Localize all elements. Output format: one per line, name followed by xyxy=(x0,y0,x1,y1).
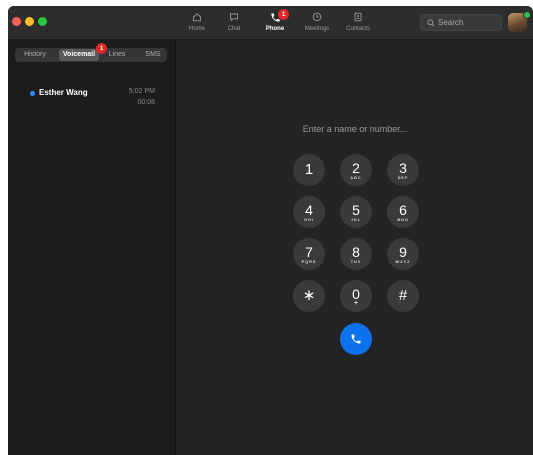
dial-key-7[interactable]: 7 PQRS xyxy=(293,238,325,270)
dial-key-letters: GHI xyxy=(304,218,314,222)
dial-key-digit: 1 xyxy=(304,161,314,178)
unread-dot-icon xyxy=(30,91,35,96)
dial-key-digit: 8 xyxy=(352,244,360,260)
nav-meetings-label: Meetings xyxy=(304,26,330,32)
dial-key-digit: 6 xyxy=(399,202,407,218)
zoom-window: Home Chat Phone 1 Meetings Contacts Sear… xyxy=(8,6,533,455)
dial-key-letters: TUV xyxy=(350,260,362,264)
dial-key-star[interactable]: ∗ xyxy=(293,280,325,312)
dial-key-3[interactable]: 3 DEF xyxy=(387,154,419,186)
dial-key-digit: 5 xyxy=(352,202,360,218)
dial-key-letters: PQRS xyxy=(301,260,317,264)
phone-sidebar: History Voicemail Lines SMS 1 Esther Wan… xyxy=(8,40,176,455)
dial-key-digit: 7 xyxy=(305,244,313,260)
dial-key-letters: ABC xyxy=(350,176,362,180)
nav-phone[interactable]: Phone 1 xyxy=(253,9,297,32)
voicemail-time: 5:02 PM xyxy=(128,88,155,95)
zoom-window-button[interactable] xyxy=(38,17,47,26)
dial-key-digit: # xyxy=(398,287,408,304)
phone-tabs: History Voicemail Lines SMS 1 xyxy=(15,43,167,62)
dial-key-letters: WXYZ xyxy=(395,260,411,264)
phone-icon xyxy=(351,334,361,344)
presence-status-icon xyxy=(523,11,531,19)
phone-icon xyxy=(253,12,297,25)
contacts-icon xyxy=(336,12,380,25)
dial-key-digit: 4 xyxy=(305,202,313,218)
title-bar: Home Chat Phone 1 Meetings Contacts xyxy=(8,6,533,40)
number-input[interactable]: Enter a name or number... xyxy=(285,124,425,134)
dial-key-1[interactable]: 1 xyxy=(293,154,325,186)
nav-chat[interactable]: Chat xyxy=(212,12,256,32)
dial-key-digit: 9 xyxy=(399,244,407,260)
dial-key-5[interactable]: 5 JKL xyxy=(340,196,372,228)
tab-lines[interactable]: Lines xyxy=(103,48,131,62)
voicemail-badge: 1 xyxy=(96,43,107,54)
clock-icon xyxy=(295,12,339,25)
tab-history[interactable]: History xyxy=(15,48,55,62)
phone-badge: 1 xyxy=(278,9,289,20)
close-window-button[interactable] xyxy=(12,17,21,26)
voicemail-item[interactable]: Esther Wang 5:02 PM 00:08 xyxy=(8,84,175,114)
nav-meetings[interactable]: Meetings xyxy=(295,12,339,32)
dial-key-letters: JKL xyxy=(350,218,362,222)
dial-key-0[interactable]: 0 + xyxy=(340,280,372,312)
nav-phone-label: Phone xyxy=(265,26,285,32)
dial-key-letters: MNO xyxy=(397,218,409,222)
dial-key-digit: ∗ xyxy=(302,287,316,304)
minimize-window-button[interactable] xyxy=(25,17,34,26)
dial-key-digit: 3 xyxy=(399,160,407,176)
dial-key-letters: + xyxy=(353,300,359,307)
chat-icon xyxy=(212,12,256,25)
tab-sms[interactable]: SMS xyxy=(139,48,167,62)
search-box[interactable] xyxy=(420,14,502,31)
dial-key-4[interactable]: 4 GHI xyxy=(293,196,325,228)
call-button[interactable] xyxy=(340,323,372,355)
search-input[interactable] xyxy=(438,18,498,27)
dial-key-letters: DEF xyxy=(397,176,409,180)
dial-key-hash[interactable]: # xyxy=(387,280,419,312)
search-icon xyxy=(427,19,435,26)
dial-key-6[interactable]: 6 MNO xyxy=(387,196,419,228)
dial-key-digit: 2 xyxy=(352,160,360,176)
dial-key-2[interactable]: 2 ABC xyxy=(340,154,372,186)
nav-chat-label: Chat xyxy=(227,26,241,32)
dial-key-9[interactable]: 9 WXYZ xyxy=(387,238,419,270)
dial-key-digit: 0 xyxy=(352,286,360,302)
dial-key-8[interactable]: 8 TUV xyxy=(340,238,372,270)
nav-contacts[interactable]: Contacts xyxy=(336,12,380,32)
nav-contacts-label: Contacts xyxy=(346,26,370,32)
voicemail-duration: 00:08 xyxy=(137,99,155,106)
tab-voicemail[interactable]: Voicemail xyxy=(59,49,99,61)
voicemail-caller-name: Esther Wang xyxy=(39,88,88,97)
